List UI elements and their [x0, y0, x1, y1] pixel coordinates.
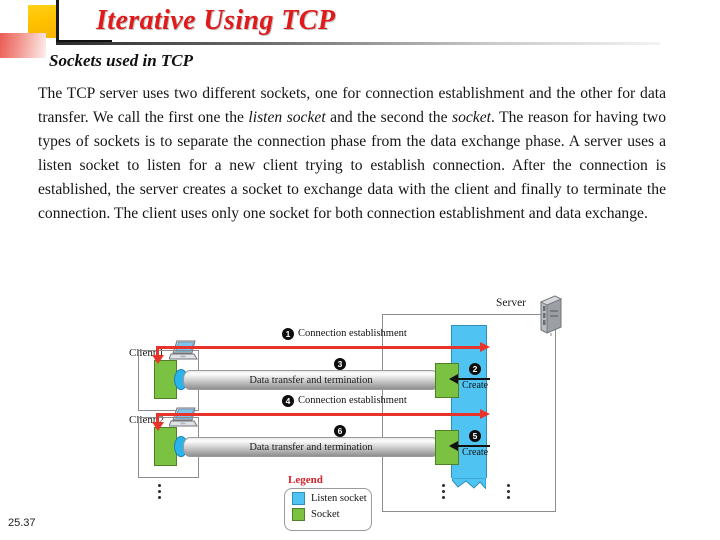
emphasis-listen-socket: listen socket [248, 108, 326, 126]
paragraph-part-2: and the second the [325, 108, 453, 126]
step-1-label: Connection establishment [298, 328, 407, 339]
server-label: Server [496, 297, 527, 309]
legend-item-listen-socket: Listen socket [292, 492, 371, 505]
legend-label-listen-socket: Listen socket [311, 493, 367, 504]
vertical-rule-decoration [56, 0, 59, 44]
server-listen-continuation-dots [507, 484, 510, 502]
step-2-badge: 2 [469, 363, 481, 375]
page-number: 25.37 [8, 517, 36, 529]
server-socket-continuation-dots [442, 484, 445, 502]
step-3-badge: 3 [334, 358, 346, 370]
body-paragraph: The TCP server uses two different socket… [38, 82, 666, 225]
step-4-badge: 4 [282, 395, 294, 407]
tcp-sockets-diagram: Server Client 1 1 Connection establishme… [129, 292, 594, 532]
legend-box: Listen socket Socket [284, 488, 372, 531]
step-3-data-pipe: Data transfer and termination [183, 370, 439, 390]
step-1-badge: 1 [282, 328, 294, 340]
legend-swatch-listen-socket [292, 492, 305, 505]
legend-swatch-socket [292, 508, 305, 521]
step-4-arrow [156, 409, 490, 419]
red-gradient-square-decoration [0, 33, 46, 58]
step-6-badge: 6 [334, 425, 346, 437]
step-4-arrow-down [151, 413, 164, 431]
page-title: Iterative Using TCP [96, 5, 336, 36]
step-4-label: Connection establishment [298, 395, 407, 406]
step-1-arrow [156, 342, 490, 352]
title-underline-rule [56, 42, 660, 45]
step-5-create-label: Create [462, 447, 489, 458]
legend-title: Legend [288, 474, 323, 486]
step-6-data-pipe: Data transfer and termination [183, 437, 439, 457]
emphasis-socket: socket [452, 108, 491, 126]
legend-item-socket: Socket [292, 508, 371, 521]
section-subtitle: Sockets used in TCP [49, 51, 194, 70]
step-5-badge: 5 [469, 430, 481, 442]
step-1-arrow-down [151, 346, 164, 364]
legend-label-socket: Socket [311, 509, 340, 520]
server-tower-icon [540, 295, 562, 336]
client-continuation-dots [158, 484, 161, 502]
step-2-create-label: Create [462, 380, 489, 391]
